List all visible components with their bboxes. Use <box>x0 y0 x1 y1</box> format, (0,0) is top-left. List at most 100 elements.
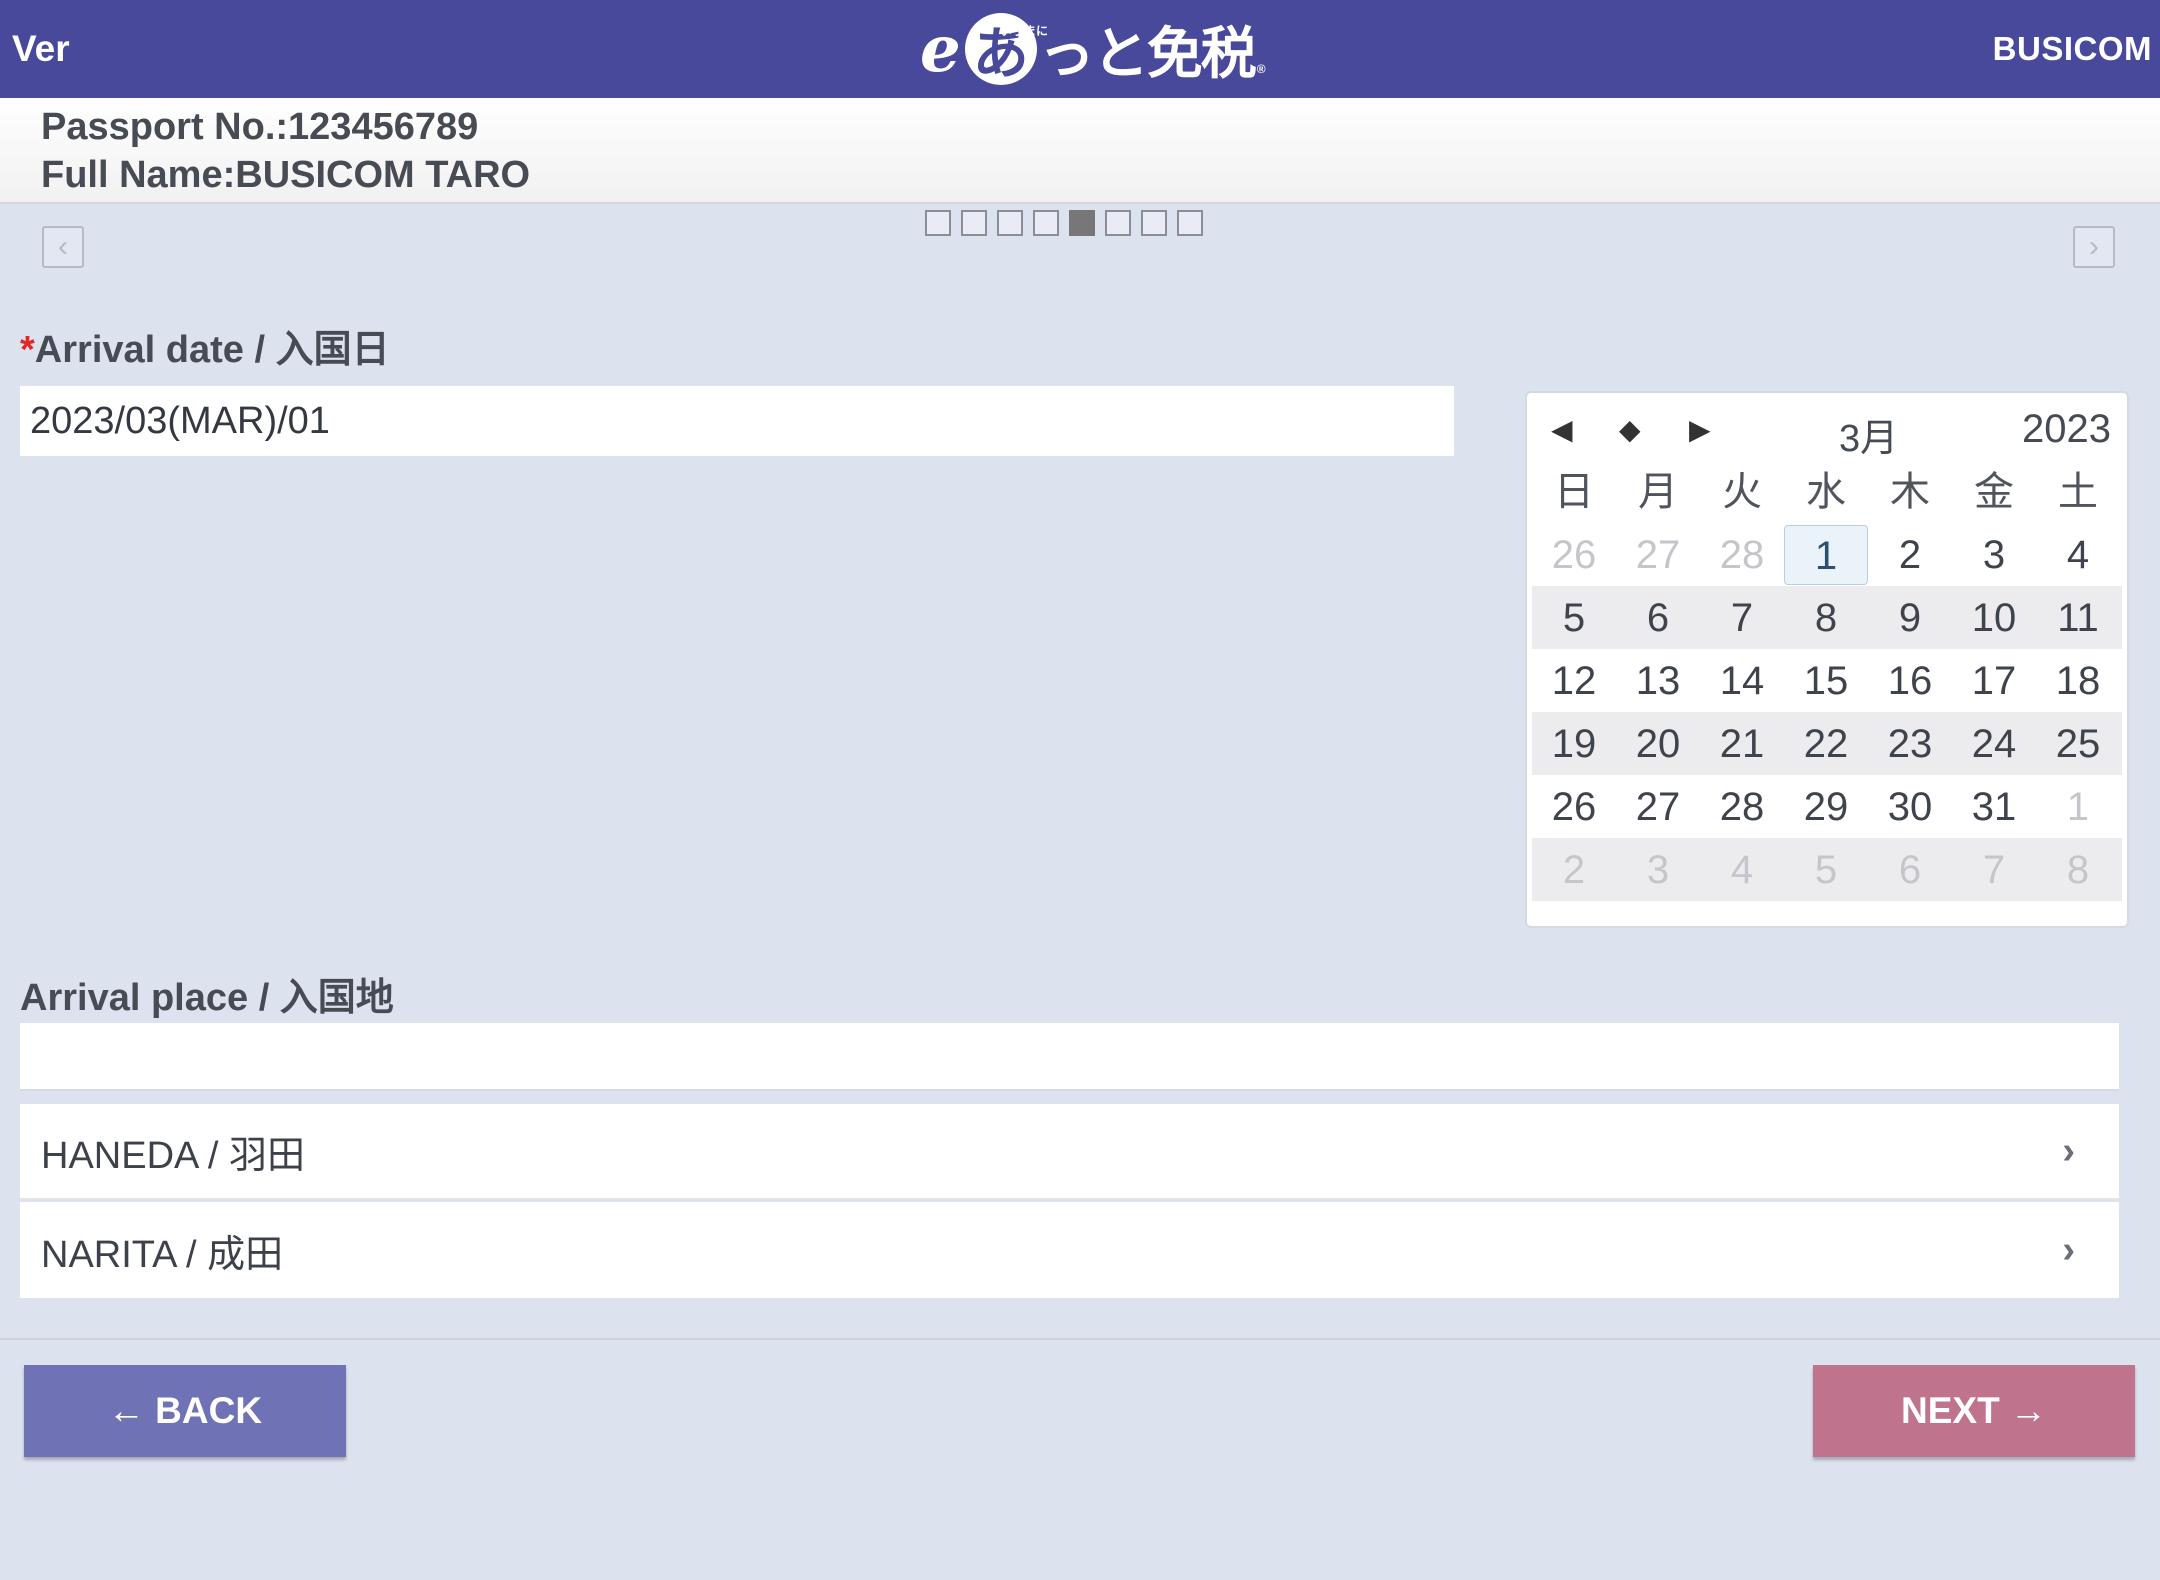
calendar-day[interactable]: 3 <box>1616 840 1700 900</box>
calendar-next-month-button[interactable]: ▶ <box>1689 413 1711 446</box>
calendar-weekday: 木 <box>1890 469 1930 514</box>
arrival-place-option-haneda[interactable]: HANEDA / 羽田 › <box>20 1104 2119 1200</box>
date-picker-calendar: ◀ ◆ ▶ 3月 2023 日月火水木金土 26 27 28 1 2 3 4 5 6 7 8 9 10 11… <box>1525 391 2129 928</box>
calendar-day[interactable]: 20 <box>1616 714 1700 774</box>
calendar-today-button[interactable]: ◆ <box>1619 413 1641 446</box>
arrival-place-option-narita[interactable]: NARITA / 成田 › <box>20 1202 2119 1298</box>
passport-info: Passport No.:123456789 Full Name:BUSICOM… <box>0 98 2160 204</box>
calendar-week-row: 12 13 14 15 16 17 18 <box>1532 649 2122 712</box>
logo-a: あ <box>972 21 1029 85</box>
logo-small-text: いうまに <box>1000 24 1049 38</box>
calendar-day[interactable]: 4 <box>1700 840 1784 900</box>
pager-dot[interactable] <box>1105 210 1131 236</box>
calendar-day[interactable]: 13 <box>1616 651 1700 711</box>
calendar-day[interactable]: 23 <box>1868 714 1952 774</box>
arrival-date-label: *Arrival date / 入国日 <box>20 318 390 373</box>
app-header: Ver e あ いうまに っと免税 ® BUSICOM <box>0 0 2160 98</box>
calendar-day[interactable]: 28 <box>1700 525 1784 585</box>
calendar-weekday: 月 <box>1638 469 1678 514</box>
calendar-day[interactable]: 6 <box>1868 840 1952 900</box>
pager-dot[interactable] <box>961 210 987 236</box>
logo-text: っと免税 <box>1038 21 1257 85</box>
back-button[interactable]: ← BACK <box>24 1365 346 1457</box>
calendar-day[interactable]: 8 <box>2036 840 2120 900</box>
calendar-day[interactable]: 7 <box>1700 588 1784 648</box>
calendar-day[interactable]: 29 <box>1784 777 1868 837</box>
calendar-day[interactable]: 11 <box>2036 588 2120 648</box>
calendar-day[interactable]: 16 <box>1868 651 1952 711</box>
calendar-day[interactable]: 18 <box>2036 651 2120 711</box>
calendar-day[interactable]: 12 <box>1532 651 1616 711</box>
arrival-place-label: Arrival place / 入国地 <box>20 977 394 1019</box>
pager-dot[interactable] <box>997 210 1023 236</box>
calendar-weekday: 土 <box>2058 469 2098 514</box>
calendar-day[interactable]: 25 <box>2036 714 2120 774</box>
calendar-day[interactable]: 31 <box>1952 777 2036 837</box>
required-mark: * <box>20 329 35 371</box>
full-name: Full Name:BUSICOM TARO <box>41 154 531 196</box>
calendar-day[interactable]: 8 <box>1784 588 1868 648</box>
option-label: HANEDA / 羽田 <box>41 1134 305 1177</box>
calendar-weekday: 金 <box>1974 469 2014 514</box>
pager-dot[interactable] <box>1141 210 1167 236</box>
calendar-day[interactable]: 26 <box>1532 525 1616 585</box>
calendar-week-row: 5 6 7 8 9 10 11 <box>1532 586 2122 649</box>
calendar-week-row: 26 27 28 1 2 3 4 <box>1532 523 2122 586</box>
option-label: NARITA / 成田 <box>41 1233 284 1276</box>
calendar-weekday: 日 <box>1554 469 1594 514</box>
calendar-weekday: 火 <box>1722 469 1762 514</box>
calendar-day[interactable]: 22 <box>1784 714 1868 774</box>
next-button[interactable]: NEXT → <box>1813 1365 2135 1457</box>
calendar-day[interactable]: 17 <box>1952 651 2036 711</box>
calendar-grid: 日月火水木金土 26 27 28 1 2 3 4 5 6 7 8 9 10 11 12 13 14 15 16 17 18… <box>1532 460 2122 901</box>
step-pager <box>925 210 1203 236</box>
app-logo: e あ いうまに っと免税 ® <box>920 11 1266 87</box>
pager-dot[interactable] <box>1033 210 1059 236</box>
calendar-day[interactable]: 24 <box>1952 714 2036 774</box>
calendar-day[interactable]: 26 <box>1532 777 1616 837</box>
calendar-weekday-row: 日月火水木金土 <box>1532 460 2122 523</box>
calendar-day[interactable]: 9 <box>1868 588 1952 648</box>
calendar-day[interactable]: 27 <box>1616 525 1700 585</box>
calendar-day[interactable]: 4 <box>2036 525 2120 585</box>
calendar-year[interactable]: 2023 <box>2022 407 2111 452</box>
next-page-button[interactable]: › <box>2073 226 2115 268</box>
calendar-day[interactable]: 7 <box>1952 840 2036 900</box>
arrival-place-input[interactable] <box>20 1023 2119 1091</box>
passport-number: Passport No.:123456789 <box>41 106 479 148</box>
logo-registered-mark: ® <box>1256 62 1266 76</box>
pager-dot[interactable] <box>1177 210 1203 236</box>
calendar-day[interactable]: 5 <box>1532 588 1616 648</box>
calendar-day[interactable]: 21 <box>1700 714 1784 774</box>
calendar-month[interactable]: 3月 <box>1839 407 1898 462</box>
pager-dot[interactable] <box>925 210 951 236</box>
calendar-day[interactable]: 6 <box>1616 588 1700 648</box>
pager-dot[interactable] <box>1069 210 1095 236</box>
calendar-week-row: 19 20 21 22 23 24 25 <box>1532 712 2122 775</box>
arrival-date-input[interactable] <box>20 386 1454 456</box>
calendar-day[interactable]: 2 <box>1532 840 1616 900</box>
calendar-day[interactable]: 28 <box>1700 777 1784 837</box>
calendar-prev-month-button[interactable]: ◀ <box>1551 413 1573 446</box>
chevron-right-icon: › <box>2062 1228 2075 1271</box>
calendar-day[interactable]: 19 <box>1532 714 1616 774</box>
calendar-day[interactable]: 30 <box>1868 777 1952 837</box>
calendar-weekday: 水 <box>1806 469 1846 514</box>
calendar-week-row: 26 27 28 29 30 31 1 <box>1532 775 2122 838</box>
chevron-left-icon: ‹ <box>58 230 68 263</box>
calendar-day[interactable]: 27 <box>1616 777 1700 837</box>
chevron-right-icon: › <box>2089 230 2099 263</box>
calendar-day[interactable]: 15 <box>1784 651 1868 711</box>
calendar-day[interactable]: 5 <box>1784 840 1868 900</box>
prev-page-button[interactable]: ‹ <box>42 226 84 268</box>
logo-e: e <box>920 11 961 87</box>
calendar-day[interactable]: 3 <box>1952 525 2036 585</box>
brand-name: BUSICOM <box>1992 30 2152 67</box>
calendar-day[interactable]: 14 <box>1700 651 1784 711</box>
chevron-right-icon: › <box>2062 1129 2075 1172</box>
calendar-day[interactable]: 1 <box>1784 524 1868 585</box>
calendar-day[interactable]: 10 <box>1952 588 2036 648</box>
calendar-day[interactable]: 2 <box>1868 525 1952 585</box>
calendar-day[interactable]: 1 <box>2036 777 2120 837</box>
footer-divider <box>0 1338 2160 1340</box>
